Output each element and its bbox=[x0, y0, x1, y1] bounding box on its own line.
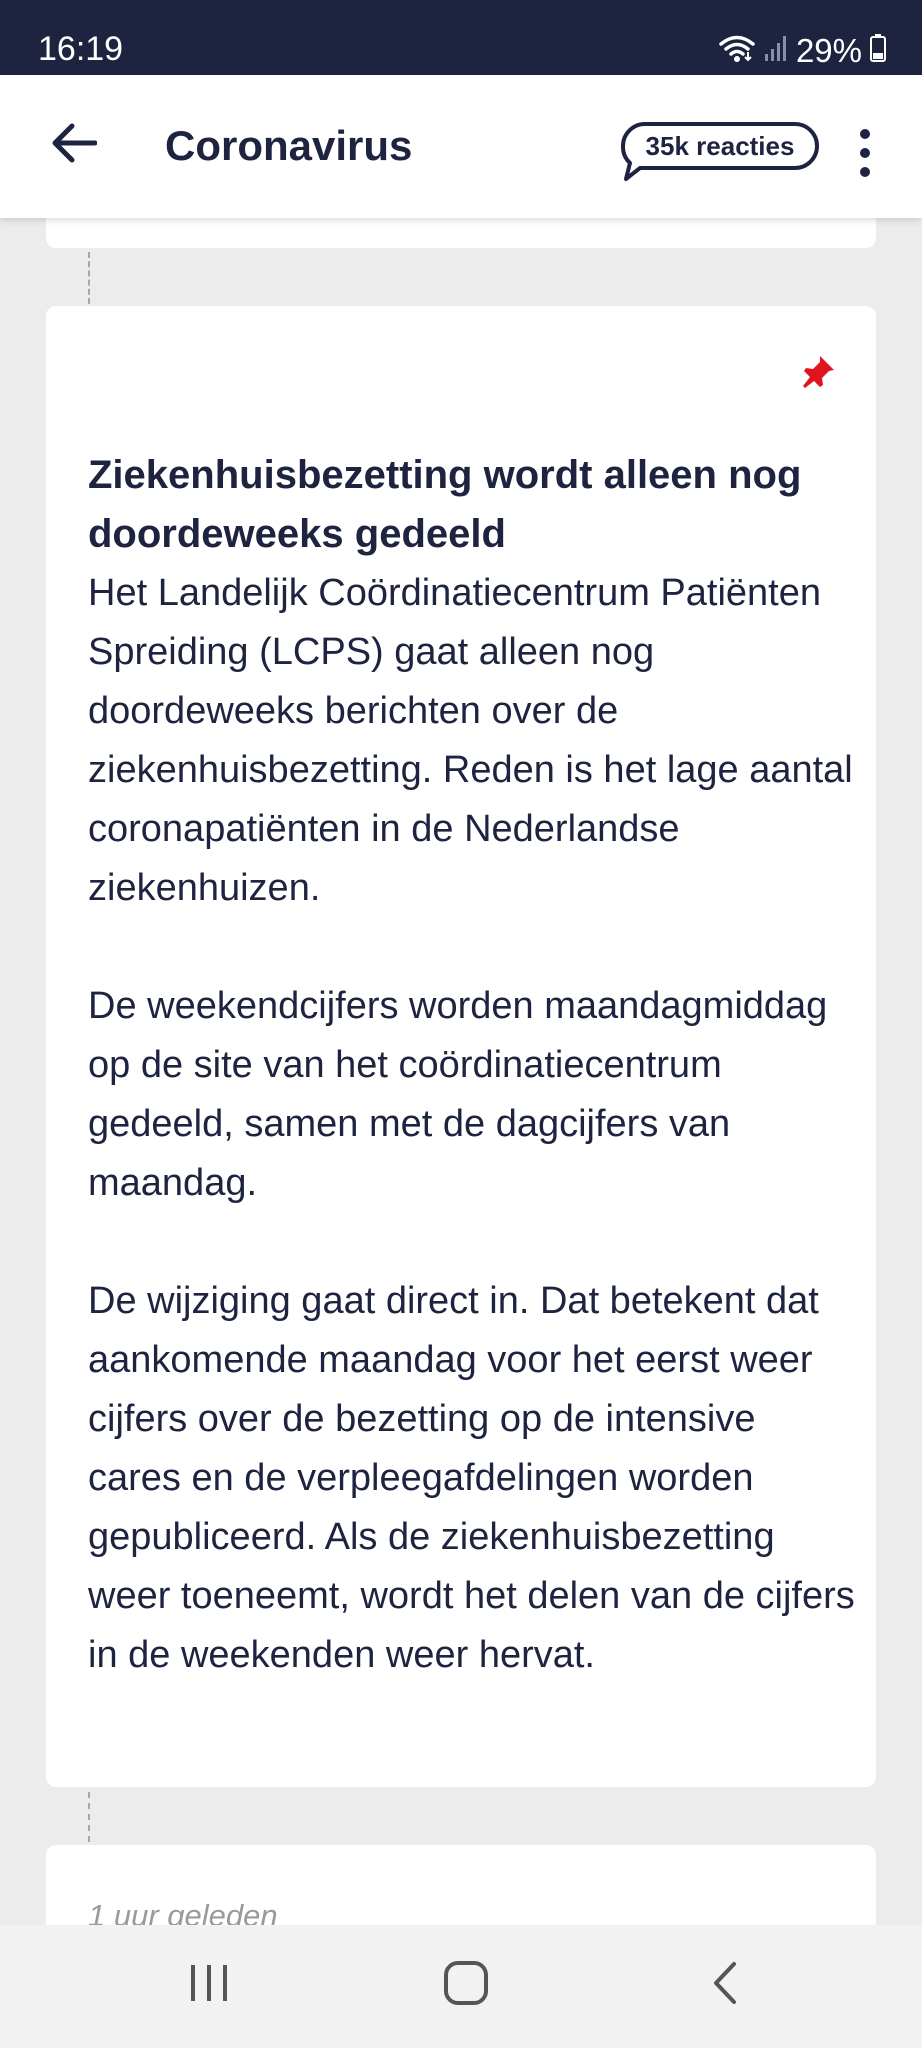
battery-icon bbox=[870, 33, 886, 67]
page-title: Coronavirus bbox=[165, 122, 413, 169]
more-vertical-icon-dot bbox=[860, 129, 870, 139]
home-button[interactable] bbox=[431, 1955, 501, 2015]
status-bar: 16:19 29% bbox=[0, 0, 922, 75]
timeline-connector bbox=[88, 252, 90, 304]
status-icons: 29% bbox=[718, 30, 886, 70]
post-paragraph: De wijziging gaat direct in. Dat beteken… bbox=[88, 1280, 855, 1676]
battery-percentage: 29% bbox=[795, 31, 862, 69]
recents-button[interactable] bbox=[174, 1955, 244, 2015]
wifi-icon bbox=[718, 33, 756, 68]
back-chevron-icon bbox=[710, 1961, 740, 2010]
more-vertical-icon-dot bbox=[860, 148, 870, 158]
arrow-left-icon bbox=[51, 123, 98, 168]
more-vertical-icon-dot bbox=[860, 167, 870, 177]
pin-icon bbox=[800, 354, 836, 390]
reactions-count: 35k reacties bbox=[645, 130, 795, 161]
system-back-button[interactable] bbox=[690, 1955, 760, 2015]
post-paragraph: Het Landelijk Coördinatiecentrum Patiënt… bbox=[88, 572, 853, 909]
post-body: Het Landelijk Coördinatiecentrum Patiënt… bbox=[88, 564, 858, 1685]
reactions-button[interactable]: 35k reacties bbox=[620, 121, 820, 183]
post-paragraph: De weekendcijfers worden maandagmiddag o… bbox=[88, 985, 828, 1204]
status-time: 16:19 bbox=[38, 30, 124, 68]
home-icon bbox=[443, 1960, 489, 2011]
signal-icon bbox=[764, 34, 788, 67]
post-title: Ziekenhuisbezetting wordt alleen nog doo… bbox=[88, 453, 802, 556]
back-button[interactable] bbox=[44, 115, 104, 175]
timeline-connector bbox=[88, 1792, 90, 1842]
recents-icon bbox=[187, 1963, 231, 2008]
more-options-button[interactable] bbox=[845, 123, 885, 183]
system-navigation-bar bbox=[0, 1925, 922, 2048]
app-bar: Coronavirus 35k reacties bbox=[0, 75, 922, 218]
